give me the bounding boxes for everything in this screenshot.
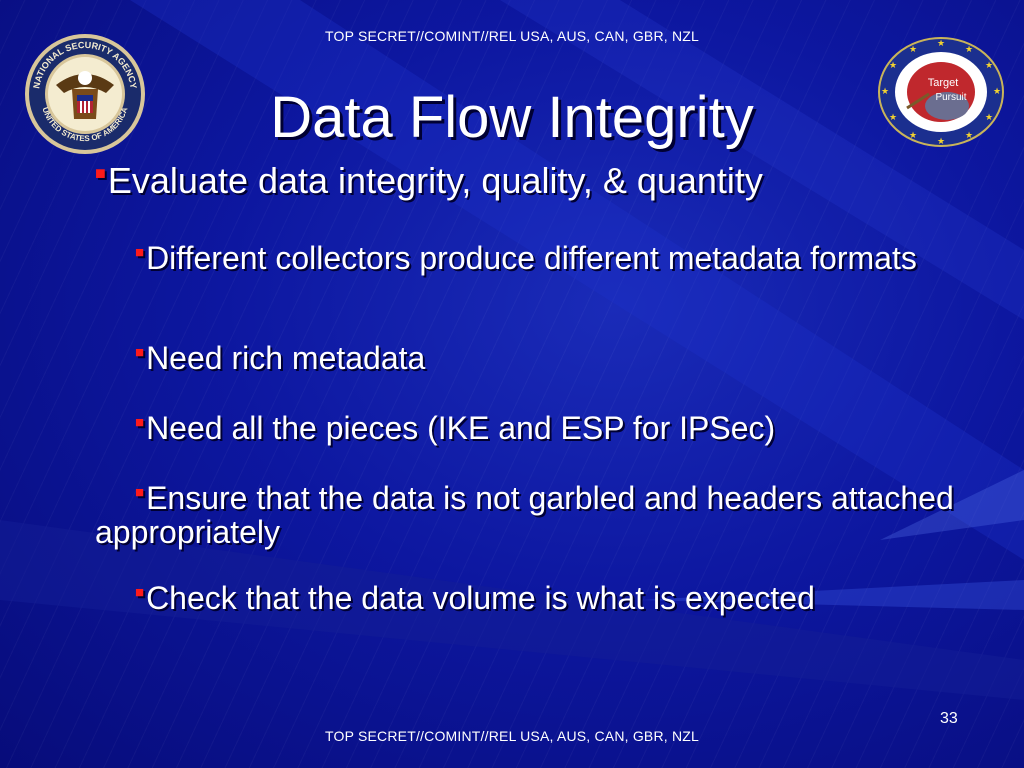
bullet-marker: ■ <box>135 414 145 431</box>
svg-text:★: ★ <box>909 45 917 55</box>
main-bullet-text: Evaluate data integrity, quality, & quan… <box>107 160 763 201</box>
bullet-marker: ■ <box>95 163 106 183</box>
svg-text:★: ★ <box>965 45 973 55</box>
svg-text:★: ★ <box>937 39 945 49</box>
classification-banner-top: TOP SECRET//COMINT//REL USA, AUS, CAN, G… <box>325 28 699 44</box>
sub-bullet-text: Ensure that the data is not garbled and … <box>95 480 954 550</box>
sub-bullet-text: Need all the pieces (IKE and ESP for IPS… <box>146 410 776 446</box>
svg-text:★: ★ <box>889 61 897 71</box>
main-bullet: ■Evaluate data integrity, quality, & qua… <box>95 160 763 202</box>
sub-bullet-text: Check that the data volume is what is ex… <box>146 580 815 616</box>
sub-bullet: ■Check that the data volume is what is e… <box>95 576 955 615</box>
sub-bullet: ■Ensure that the data is not garbled and… <box>95 476 955 549</box>
sub-bullet: ■Different collectors produce different … <box>95 236 955 275</box>
sub-bullet: ■Need rich metadata <box>95 336 955 375</box>
svg-text:★: ★ <box>985 61 993 71</box>
bullet-marker: ■ <box>135 244 145 261</box>
bullet-marker: ■ <box>135 584 145 601</box>
sub-bullet-text: Different collectors produce different m… <box>146 240 917 276</box>
bullet-marker: ■ <box>135 484 145 501</box>
sub-bullet-text: Need rich metadata <box>146 340 426 376</box>
bullet-marker: ■ <box>135 344 145 361</box>
classification-banner-bottom: TOP SECRET//COMINT//REL USA, AUS, CAN, G… <box>325 728 699 744</box>
sub-bullet: ■Need all the pieces (IKE and ESP for IP… <box>95 406 955 445</box>
slide-number: 33 <box>940 710 958 727</box>
slide-title: Data Flow Integrity <box>270 85 754 150</box>
